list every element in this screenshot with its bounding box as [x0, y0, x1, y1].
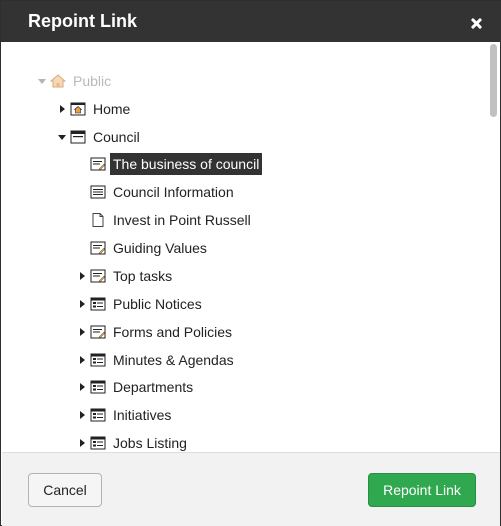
document-pencil-icon — [90, 157, 106, 171]
tree-item-label: Public Notices — [113, 296, 202, 312]
list-page-icon — [90, 408, 106, 422]
section-page-icon — [70, 130, 86, 144]
tree-item-label: Jobs Listing — [113, 435, 187, 451]
tree-item-label: Top tasks — [113, 268, 173, 284]
scrollbar[interactable] — [486, 44, 500, 450]
blank-page-icon — [90, 213, 106, 227]
chevron-right-icon[interactable] — [78, 299, 88, 309]
document-pencil-icon — [90, 241, 106, 255]
tree-item-council[interactable]: Council — [58, 126, 143, 148]
tree-item-label: Initiatives — [113, 407, 172, 423]
list-page-icon — [90, 436, 106, 450]
tree-item-label: Forms and Policies — [113, 324, 233, 340]
tree-item-label: Invest in Point Russell — [113, 212, 251, 228]
tree-item-label: Public — [73, 73, 112, 89]
chevron-right-icon[interactable] — [78, 271, 88, 281]
close-icon[interactable] — [467, 13, 487, 33]
house-icon — [49, 74, 67, 88]
list-page-icon — [90, 353, 106, 367]
tree-item-business-of-council[interactable]: The business of council — [78, 153, 263, 175]
chevron-right-icon[interactable] — [78, 410, 88, 420]
tree-item-label: Council Information — [113, 184, 234, 200]
house-page-icon — [70, 102, 86, 116]
list-page-icon — [90, 297, 106, 311]
chevron-down-icon[interactable] — [38, 76, 48, 86]
dialog-titlebar: Repoint Link — [1, 1, 501, 42]
scrollbar-thumb[interactable] — [490, 44, 497, 117]
chevron-right-icon[interactable] — [78, 382, 88, 392]
list-page-icon — [90, 380, 106, 394]
repoint-link-button[interactable]: Repoint Link — [368, 473, 476, 507]
document-pencil-icon — [90, 325, 106, 339]
dialog-title: Repoint Link — [28, 11, 137, 31]
chevron-down-icon[interactable] — [58, 132, 68, 142]
chevron-right-icon[interactable] — [78, 355, 88, 365]
tree-item-minutes-agendas[interactable]: Minutes & Agendas — [78, 349, 237, 371]
tree-item-label: Council — [93, 129, 140, 145]
tree-item-initiatives[interactable]: Initiatives — [78, 404, 174, 426]
cancel-button[interactable]: Cancel — [28, 473, 102, 507]
tree-item-public-notices[interactable]: Public Notices — [78, 293, 205, 315]
tree-root-public[interactable]: Public — [38, 70, 114, 92]
tree-item-label: Home — [93, 101, 131, 117]
tree-item-label: Departments — [113, 379, 194, 395]
tree-item-home[interactable]: Home — [58, 98, 133, 120]
repoint-link-dialog: Repoint Link Public Home Council The bus… — [0, 0, 501, 526]
tree-item-council-information[interactable]: Council Information — [78, 181, 237, 203]
tree-item-departments[interactable]: Departments — [78, 376, 196, 398]
chevron-right-icon[interactable] — [78, 327, 88, 337]
tree-item-jobs-listing[interactable]: Jobs Listing — [78, 432, 190, 454]
tree-item-invest-in-point-russell[interactable]: Invest in Point Russell — [78, 209, 254, 231]
document-pencil-icon — [90, 269, 106, 283]
tree-item-label: The business of council — [110, 153, 263, 175]
document-lines-icon — [90, 185, 106, 199]
tree-item-forms-and-policies[interactable]: Forms and Policies — [78, 321, 235, 343]
tree-item-guiding-values[interactable]: Guiding Values — [78, 237, 210, 259]
chevron-right-icon[interactable] — [58, 104, 68, 114]
chevron-right-icon[interactable] — [78, 438, 88, 448]
tree-item-top-tasks[interactable]: Top tasks — [78, 265, 175, 287]
tree-item-label: Guiding Values — [113, 240, 207, 256]
tree-item-label: Minutes & Agendas — [113, 352, 234, 368]
